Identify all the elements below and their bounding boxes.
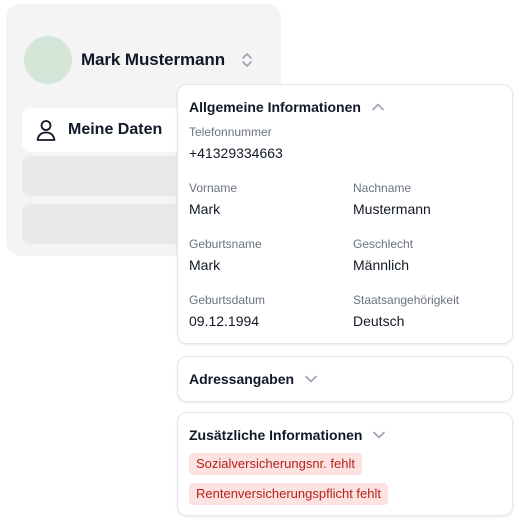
- field-label: Telefonnummer: [189, 125, 272, 139]
- field-label: Geburtsdatum: [189, 293, 266, 307]
- chevron-down-icon[interactable]: [304, 374, 318, 384]
- warning-badge: Sozialversicherungsnr. fehlt: [189, 453, 362, 475]
- sidebar-item-placeholder[interactable]: [22, 204, 192, 244]
- field-label: Staatsangehörigkeit: [353, 293, 460, 307]
- general-info-header[interactable]: Allgemeine Informationen: [189, 96, 385, 118]
- address-card: Adressangaben: [177, 356, 513, 402]
- birth-date-field: Geburtsdatum 09.12.1994: [189, 293, 265, 329]
- field-value: Deutsch: [353, 313, 405, 329]
- profile-switcher[interactable]: Mark Mustermann: [24, 32, 264, 88]
- chevron-down-icon[interactable]: [372, 430, 386, 440]
- field-value: Mark: [189, 201, 221, 217]
- profile-name: Mark Mustermann: [81, 50, 225, 69]
- birth-name-field: Geburtsname Mark: [189, 237, 262, 273]
- field-value: Mark: [189, 257, 221, 273]
- first-name-field: Vorname Mark: [189, 181, 237, 217]
- phone-field: Telefonnummer +41329334663: [189, 125, 283, 161]
- additional-info-card: Zusätzliche Informationen Sozialversiche…: [177, 412, 513, 516]
- sidebar-item-meine-daten[interactable]: Meine Daten: [22, 108, 192, 152]
- chevron-up-down-icon[interactable]: [240, 51, 254, 69]
- additional-info-header[interactable]: Zusätzliche Informationen: [189, 424, 386, 446]
- avatar: [24, 36, 72, 84]
- sidebar-item-label: Meine Daten: [68, 121, 163, 138]
- last-name-field: Nachname Mustermann: [353, 181, 431, 217]
- section-title: Adressangaben: [189, 371, 295, 387]
- field-value: +41329334663: [189, 145, 283, 161]
- sidebar-item-placeholder[interactable]: [22, 156, 192, 196]
- section-title: Allgemeine Informationen: [189, 99, 361, 115]
- gender-field: Geschlecht Männlich: [353, 237, 413, 273]
- field-value: Mustermann: [353, 201, 431, 217]
- field-value: Männlich: [353, 257, 410, 273]
- section-title: Zusätzliche Informationen: [189, 427, 363, 443]
- nationality-field: Staatsangehörigkeit Deutsch: [353, 293, 459, 329]
- field-label: Vorname: [189, 181, 238, 195]
- field-label: Geschlecht: [353, 237, 414, 251]
- chevron-up-icon[interactable]: [371, 102, 385, 112]
- field-label: Geburtsname: [189, 237, 262, 251]
- address-header[interactable]: Adressangaben: [189, 368, 318, 390]
- field-value: 09.12.1994: [189, 313, 260, 329]
- warning-badge: Rentenversicherungspflicht fehlt: [189, 483, 388, 505]
- user-icon: [36, 120, 56, 141]
- field-label: Nachname: [353, 181, 412, 195]
- general-info-card: Allgemeine Informationen Telefonnummer +…: [177, 84, 513, 344]
